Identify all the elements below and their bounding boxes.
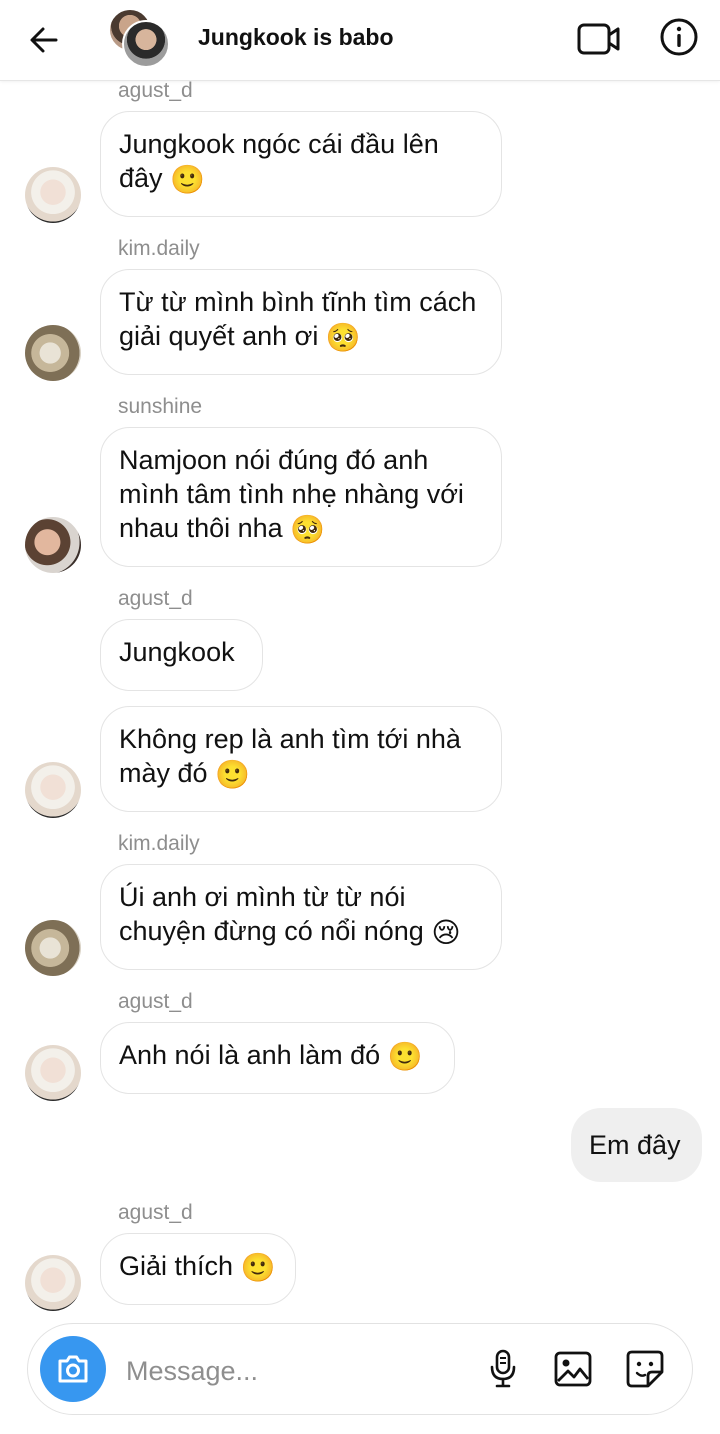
message-bubble[interactable]: Không rep là anh tìm tới nhà mày đó 🙂 [100,706,502,812]
my-message-bubble[interactable]: Em đây [571,1108,702,1182]
pleading-face-emoji: 🥺 [325,321,361,354]
avatar[interactable] [25,1045,81,1101]
slightly-smiling-face-emoji: 🙂 [215,758,250,791]
crying-face-emoji: 😢 [431,916,461,949]
back-arrow-icon [30,27,58,53]
info-button[interactable] [654,12,704,62]
sender-name: sunshine [118,395,203,418]
sender-name: agust_d [118,1201,193,1224]
group-avatar-photo-2 [122,20,170,68]
message-bubble[interactable]: Jungkook [100,619,263,691]
sender-name: agust_d [118,79,193,102]
avatar[interactable] [25,1255,81,1311]
message-bubble[interactable]: Úi anh ơi mình từ từ nói chuyện đừng có … [100,864,502,970]
message-text: Jungkook [119,637,235,667]
slightly-smiling-face-emoji: 🙂 [387,1040,423,1073]
message-text: Giải thích [119,1251,234,1281]
voice-message-button[interactable] [480,1346,526,1392]
sender-name: agust_d [118,587,193,610]
message-bubble[interactable]: Từ từ mình bình tĩnh tìm cách giải quyết… [100,269,502,375]
avatar[interactable] [25,517,81,573]
back-button[interactable] [22,18,66,62]
gallery-icon [554,1351,592,1387]
message-text: Úi anh ơi mình từ từ nói chuyện đừng có … [119,882,424,946]
slightly-smiling-face-emoji: 🙂 [170,163,205,196]
camera-button[interactable] [40,1336,106,1402]
gallery-button[interactable] [550,1346,596,1392]
message-composer [27,1323,693,1415]
message-bubble[interactable]: Namjoon nói đúng đó anh mình tâm tình nh… [100,427,502,567]
slightly-smiling-face-emoji: 🙂 [240,1251,276,1284]
message-bubble[interactable]: Anh nói là anh làm đó 🙂 [100,1022,455,1094]
avatar[interactable] [25,920,81,976]
chat-header: Jungkook is babo [0,0,720,81]
avatar[interactable] [25,762,81,818]
info-icon [660,18,698,56]
avatar[interactable] [25,167,81,223]
avatar[interactable] [25,325,81,381]
message-input[interactable] [124,1350,458,1392]
message-text: Không rep là anh tìm tới nhà mày đó [119,724,461,788]
video-call-button[interactable] [574,14,624,64]
video-call-icon [577,23,620,55]
sticker-button[interactable] [622,1346,668,1392]
message-text: Em đây [589,1130,681,1160]
sender-name: kim.daily [118,832,200,855]
group-avatar[interactable] [108,8,170,68]
message-bubble[interactable]: Jungkook ngóc cái đầu lên đây 🙂 [100,111,502,217]
sender-name: kim.daily [118,237,200,260]
pleading-face-emoji: 🥺 [290,513,326,546]
camera-icon [58,1355,88,1383]
message-text: Jungkook ngóc cái đầu lên đây [119,129,439,193]
message-text: Từ từ mình bình tĩnh tìm cách giải quyết… [119,287,477,351]
message-text: Anh nói là anh làm đó [119,1040,381,1070]
sticker-icon [626,1350,664,1388]
sender-name: agust_d [118,990,193,1013]
message-bubble[interactable]: Giải thích 🙂 [100,1233,296,1305]
microphone-icon [490,1349,516,1388]
chat-title[interactable]: Jungkook is babo [198,24,394,51]
